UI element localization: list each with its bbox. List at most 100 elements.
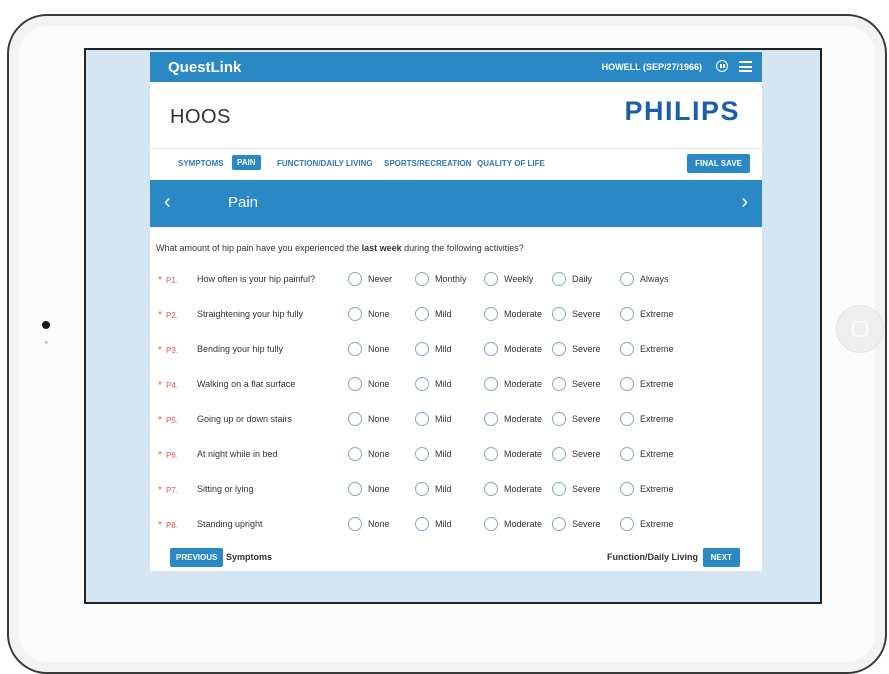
option-label: Monthly [435, 274, 467, 284]
radio-button[interactable] [348, 272, 362, 286]
question-row: * P3. Bending your hip fully None Mild Modera… [150, 342, 762, 362]
option-label: Extreme [640, 344, 674, 354]
option-label: Mild [435, 449, 452, 459]
option-label: Always [640, 274, 669, 284]
option-label: Daily [572, 274, 593, 284]
required-marker: * [158, 415, 162, 426]
option-label: Moderate [504, 309, 543, 319]
radio-button[interactable] [415, 412, 429, 426]
radio-button[interactable] [552, 482, 566, 496]
radio-button[interactable] [552, 412, 566, 426]
option-label: Never [368, 274, 393, 284]
radio-button[interactable] [620, 272, 634, 286]
radio-button[interactable] [415, 482, 429, 496]
radio-button[interactable] [620, 482, 634, 496]
pause-icon[interactable] [716, 60, 728, 72]
option-label: Mild [435, 519, 452, 529]
option-label: None [368, 309, 390, 319]
home-button[interactable] [836, 305, 884, 353]
option-label: None [368, 519, 390, 529]
radio-button[interactable] [348, 342, 362, 356]
radio-button[interactable] [348, 447, 362, 461]
option-label: Severe [572, 484, 601, 494]
questionnaire-app: QuestLink HOWELL (SEP/27/1966) HOOS PHIL… [150, 52, 762, 571]
question-number: P3. [166, 346, 179, 355]
radio-button[interactable] [415, 342, 429, 356]
instruction-bold: last week [361, 243, 402, 253]
radio-button[interactable] [552, 272, 566, 286]
radio-button[interactable] [552, 307, 566, 321]
question-row: * P2. Straightening your hip fully None Mild… [150, 307, 762, 327]
radio-button[interactable] [620, 342, 634, 356]
option-label: None [368, 414, 390, 424]
radio-button[interactable] [348, 482, 362, 496]
previous-button[interactable]: PREVIOUS [170, 548, 224, 567]
option-label: Extreme [640, 414, 674, 424]
required-marker: * [158, 345, 162, 356]
section-tabs: SYMPTOMS PAIN FUNCTION/DAILY LIVING SPOR… [150, 148, 762, 179]
radio-button[interactable] [552, 377, 566, 391]
tab-quality-of-life[interactable]: QUALITY OF LIFE [477, 159, 545, 168]
radio-button[interactable] [552, 517, 566, 531]
instruction-post: during the following activities? [401, 243, 524, 253]
tab-pain[interactable]: PAIN [232, 155, 261, 170]
radio-button[interactable] [415, 447, 429, 461]
option-label: Mild [435, 379, 452, 389]
radio-button[interactable] [620, 307, 634, 321]
tab-sports-recreation[interactable]: SPORTS/RECREATION [384, 159, 471, 168]
radio-button[interactable] [415, 272, 429, 286]
question-row: * P8. Standing upright None Mild Moderate Seve… [150, 517, 762, 537]
instruction-text: What amount of hip pain have you experie… [156, 243, 524, 253]
tab-symptoms[interactable]: SYMPTOMS [178, 159, 224, 168]
next-section-icon[interactable]: › [741, 191, 748, 214]
radio-button[interactable] [484, 377, 498, 391]
option-label: Extreme [640, 449, 674, 459]
radio-button[interactable] [348, 412, 362, 426]
option-label: None [368, 379, 390, 389]
option-label: Mild [435, 309, 452, 319]
question-row: * P5. Going up or down stairs None Mild Moder… [150, 412, 762, 432]
next-button[interactable]: NEXT [702, 548, 740, 567]
option-label: Extreme [640, 519, 674, 529]
radio-button[interactable] [415, 377, 429, 391]
radio-button[interactable] [620, 517, 634, 531]
prev-section-icon[interactable]: ‹ [164, 191, 171, 214]
final-save-button[interactable]: FINAL SAVE [687, 154, 750, 173]
option-label: Moderate [504, 519, 543, 529]
radio-button[interactable] [484, 517, 498, 531]
option-label: Mild [435, 484, 452, 494]
radio-button[interactable] [348, 307, 362, 321]
radio-button[interactable] [415, 517, 429, 531]
radio-button[interactable] [620, 412, 634, 426]
radio-button[interactable] [620, 377, 634, 391]
question-number: P6. [166, 451, 179, 460]
radio-button[interactable] [484, 342, 498, 356]
option-label: Mild [435, 414, 452, 424]
question-text: Walking on a flat surface [197, 379, 296, 389]
radio-button[interactable] [484, 272, 498, 286]
radio-button[interactable] [348, 517, 362, 531]
title-area: HOOS PHILIPS [150, 82, 762, 147]
radio-button[interactable] [620, 447, 634, 461]
philips-logo: PHILIPS [624, 96, 740, 126]
question-number: P7. [166, 486, 179, 495]
required-marker: * [158, 380, 162, 391]
question-text: Sitting or lying [197, 484, 254, 494]
radio-button[interactable] [552, 342, 566, 356]
radio-button[interactable] [484, 447, 498, 461]
question-text: Going up or down stairs [197, 414, 293, 424]
radio-button[interactable] [415, 307, 429, 321]
radio-button[interactable] [552, 447, 566, 461]
radio-button[interactable] [484, 307, 498, 321]
question-text: Bending your hip fully [197, 344, 284, 354]
option-label: Severe [572, 519, 601, 529]
question-row: * P7. Sitting or lying None Mild Moderate Seve… [150, 482, 762, 502]
option-label: Severe [572, 309, 601, 319]
radio-button[interactable] [484, 412, 498, 426]
menu-icon[interactable] [739, 61, 752, 72]
tab-function-daily-living[interactable]: FUNCTION/DAILY LIVING [277, 159, 373, 168]
radio-button[interactable] [484, 482, 498, 496]
option-label: Severe [572, 414, 601, 424]
radio-button[interactable] [348, 377, 362, 391]
option-label: Extreme [640, 484, 674, 494]
